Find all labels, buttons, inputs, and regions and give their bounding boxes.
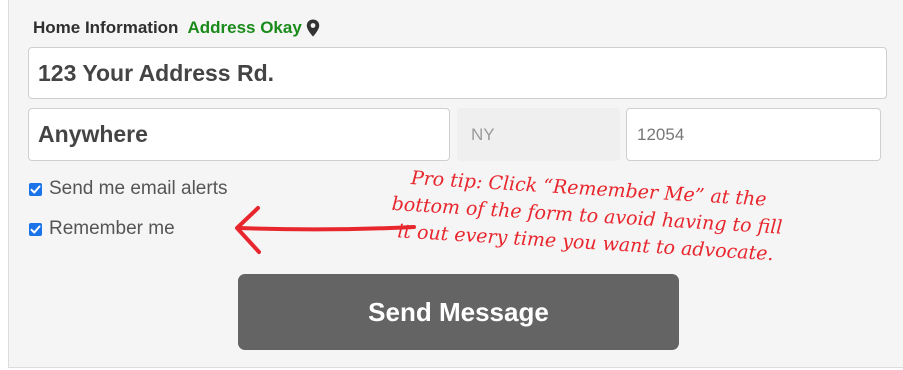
- send-message-label: Send Message: [368, 296, 549, 327]
- map-pin-icon: [306, 19, 320, 37]
- arrow-left-icon: [235, 206, 416, 254]
- city-field[interactable]: Anywhere: [28, 108, 450, 161]
- remember-me-label: Remember me: [49, 218, 175, 239]
- state-value: NY: [471, 124, 495, 144]
- remember-me-checkbox[interactable]: [29, 222, 42, 236]
- zip-field[interactable]: 12054: [626, 108, 881, 161]
- section-header: Home Information Address Okay: [33, 16, 320, 40]
- section-title: Home Information: [33, 18, 179, 37]
- address-status: Address Okay: [187, 18, 302, 37]
- email-alerts-checkbox[interactable]: [29, 182, 42, 196]
- remember-me-option[interactable]: Remember me: [29, 218, 175, 240]
- email-alerts-label: Send me email alerts: [49, 178, 228, 199]
- street-address-field[interactable]: 123 Your Address Rd.: [28, 47, 887, 99]
- state-field[interactable]: NY: [457, 108, 620, 161]
- email-alerts-option[interactable]: Send me email alerts: [29, 178, 227, 200]
- city-value: Anywhere: [38, 121, 148, 147]
- street-address-value: 123 Your Address Rd.: [38, 59, 275, 86]
- zip-value: 12054: [637, 124, 685, 144]
- send-message-button[interactable]: Send Message: [238, 274, 679, 350]
